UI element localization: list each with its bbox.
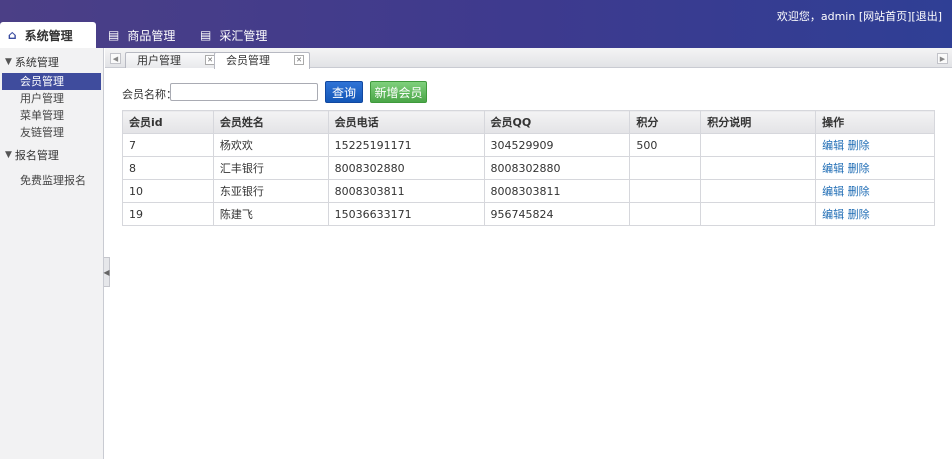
sidebar-item-users[interactable]: 用户管理 bbox=[2, 90, 101, 107]
cell-id: 8 bbox=[122, 156, 214, 180]
cell-name: 汇丰银行 bbox=[212, 156, 329, 180]
logout-link[interactable]: [退出] bbox=[911, 10, 942, 23]
welcome-text: 欢迎您，admin bbox=[776, 10, 856, 23]
edit-link[interactable]: 编辑 bbox=[822, 139, 844, 152]
cell-qq: 304529909 bbox=[483, 133, 631, 157]
cell-phone: 15036633171 bbox=[327, 202, 485, 226]
sidebar: ▼ 系统管理 会员管理 用户管理 菜单管理 友链管理 ▼ 报名管理 免费监理报名 bbox=[0, 48, 104, 459]
delete-link[interactable]: 删除 bbox=[848, 208, 870, 221]
table-row: 7 杨欢欢 15225191171 304529909 500 编辑 删除 bbox=[122, 133, 935, 157]
list-icon: ▤ bbox=[200, 28, 212, 42]
sidebar-group-signup[interactable]: ▼ 报名管理 bbox=[0, 144, 103, 166]
close-icon[interactable]: ✕ bbox=[294, 55, 304, 65]
sidebar-item-members[interactable]: 会员管理 bbox=[2, 73, 101, 90]
home-link[interactable]: [网站首页] bbox=[859, 10, 912, 23]
cell-actions: 编辑 删除 bbox=[815, 202, 935, 226]
main-nav: ⌂ 系统管理 ▤ 商品管理 ▤ 采汇管理 bbox=[0, 22, 279, 48]
cell-points bbox=[629, 156, 702, 180]
cell-points bbox=[629, 202, 702, 226]
cell-points bbox=[629, 179, 702, 203]
cell-actions: 编辑 删除 bbox=[815, 156, 935, 180]
edit-link[interactable]: 编辑 bbox=[822, 185, 844, 198]
sidebar-item-menus[interactable]: 菜单管理 bbox=[2, 107, 101, 124]
cell-name: 东亚银行 bbox=[212, 179, 329, 203]
cell-id: 7 bbox=[122, 133, 214, 157]
sidebar-group-label: 报名管理 bbox=[14, 149, 59, 162]
table-row: 8 汇丰银行 8008302880 8008302880 编辑 删除 bbox=[122, 156, 935, 180]
query-button[interactable]: 查询 bbox=[325, 81, 363, 103]
cell-actions: 编辑 删除 bbox=[815, 179, 935, 203]
cell-qq: 8008303811 bbox=[483, 179, 631, 203]
tab-user-management[interactable]: 用户管理 ✕ bbox=[125, 52, 221, 68]
scroll-right-icon[interactable]: ▶ bbox=[937, 53, 948, 64]
nav-tab-label: 采汇管理 bbox=[219, 28, 268, 43]
sidebar-group-system[interactable]: ▼ 系统管理 bbox=[0, 51, 103, 73]
member-name-label: 会员名称： bbox=[122, 88, 177, 101]
tab-member-management[interactable]: 会员管理 ✕ bbox=[214, 52, 310, 69]
list-icon: ▤ bbox=[108, 28, 120, 42]
cell-phone: 8008303811 bbox=[327, 179, 485, 203]
tab-label: 用户管理 bbox=[137, 54, 181, 67]
cell-points: 500 bbox=[629, 133, 702, 157]
cell-note bbox=[700, 133, 817, 157]
cell-phone: 15225191171 bbox=[327, 133, 485, 157]
nav-tab-goods[interactable]: ▤ 商品管理 bbox=[96, 22, 192, 48]
nav-tab-label: 系统管理 bbox=[24, 28, 73, 43]
cell-note bbox=[700, 202, 817, 226]
sidebar-item-free-signup[interactable]: 免费监理报名 bbox=[2, 172, 101, 189]
nav-tab-system[interactable]: ⌂ 系统管理 bbox=[0, 22, 96, 48]
cell-phone: 8008302880 bbox=[327, 156, 485, 180]
column-header: 会员id bbox=[122, 110, 214, 134]
edit-link[interactable]: 编辑 bbox=[822, 208, 844, 221]
sidebar-item-links[interactable]: 友链管理 bbox=[2, 124, 101, 141]
member-table: 会员id 会员姓名 会员电话 会员QQ 积分 积分说明 操作 7 杨欢欢 152… bbox=[122, 110, 935, 226]
cell-qq: 8008302880 bbox=[483, 156, 631, 180]
page-tabbar: ◀ 用户管理 ✕ 会员管理 ✕ ▶ bbox=[105, 48, 952, 69]
table-row: 10 东亚银行 8008303811 8008303811 编辑 删除 bbox=[122, 179, 935, 203]
cell-id: 10 bbox=[122, 179, 214, 203]
column-header: 积分说明 bbox=[700, 110, 817, 134]
nav-tab-label: 商品管理 bbox=[127, 28, 176, 43]
cell-actions: 编辑 删除 bbox=[815, 133, 935, 157]
member-name-input[interactable] bbox=[170, 83, 318, 101]
delete-link[interactable]: 删除 bbox=[848, 185, 870, 198]
delete-link[interactable]: 删除 bbox=[848, 139, 870, 152]
tab-label: 会员管理 bbox=[226, 54, 270, 67]
scroll-left-icon[interactable]: ◀ bbox=[110, 53, 121, 64]
column-header: 会员姓名 bbox=[212, 110, 329, 134]
add-member-button[interactable]: 新增会员 bbox=[370, 81, 427, 103]
table-header-row: 会员id 会员姓名 会员电话 会员QQ 积分 积分说明 操作 bbox=[122, 110, 935, 134]
column-header: 积分 bbox=[629, 110, 702, 134]
top-links: 欢迎您，admin [网站首页][退出] bbox=[777, 8, 942, 24]
sidebar-collapse-handle[interactable]: ◀ bbox=[103, 257, 110, 287]
column-header: 操作 bbox=[815, 110, 935, 134]
delete-link[interactable]: 删除 bbox=[848, 162, 870, 175]
column-header: 会员QQ bbox=[483, 110, 631, 134]
cell-note bbox=[700, 179, 817, 203]
collapse-icon: ▼ bbox=[5, 57, 12, 67]
sidebar-group-label: 系统管理 bbox=[14, 56, 59, 69]
cell-name: 杨欢欢 bbox=[212, 133, 329, 157]
cell-qq: 956745824 bbox=[483, 202, 631, 226]
edit-link[interactable]: 编辑 bbox=[822, 162, 844, 175]
column-header: 会员电话 bbox=[327, 110, 485, 134]
cell-name: 陈建飞 bbox=[212, 202, 329, 226]
home-icon: ⌂ bbox=[8, 28, 17, 42]
nav-tab-collect[interactable]: ▤ 采汇管理 bbox=[192, 22, 279, 48]
cell-id: 19 bbox=[122, 202, 214, 226]
table-row: 19 陈建飞 15036633171 956745824 编辑 删除 bbox=[122, 202, 935, 226]
app-header: 欢迎您，admin [网站首页][退出] ⌂ 系统管理 ▤ 商品管理 ▤ 采汇管… bbox=[0, 0, 952, 48]
cell-note bbox=[700, 156, 817, 180]
collapse-icon: ▼ bbox=[5, 150, 12, 160]
